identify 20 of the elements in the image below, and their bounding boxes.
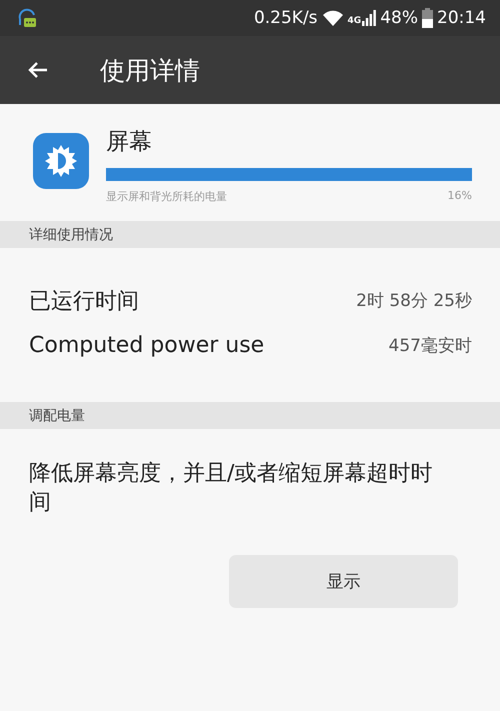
section-header: 详细使用情况 [0, 221, 500, 248]
usage-percent: 16% [448, 189, 472, 204]
item-title: 屏幕 [106, 128, 153, 157]
network-type: 4G [348, 16, 362, 26]
battery-icon [422, 8, 433, 28]
signal-icon [362, 10, 376, 26]
row-value: 457毫安时 [388, 335, 472, 357]
item-description: 显示屏和背光所耗的电量 [106, 189, 227, 204]
battery-percent: 48% [380, 8, 418, 28]
page-title: 使用详情 [100, 54, 200, 86]
row-value: 2时 58分 25秒 [356, 290, 472, 312]
clock-time: 20:14 [437, 8, 486, 28]
brightness-icon [33, 133, 89, 189]
row-label: Computed power use [29, 333, 264, 358]
network-speed: 0.25K/s [254, 8, 318, 28]
show-button[interactable]: 显示 [229, 555, 458, 608]
wifi-icon [322, 10, 344, 26]
section-header: 调配电量 [0, 402, 500, 429]
row-label: 已运行时间 [29, 288, 139, 316]
tip-text: 降低屏幕亮度，并且/或者缩短屏幕超时时间 [29, 460, 434, 517]
